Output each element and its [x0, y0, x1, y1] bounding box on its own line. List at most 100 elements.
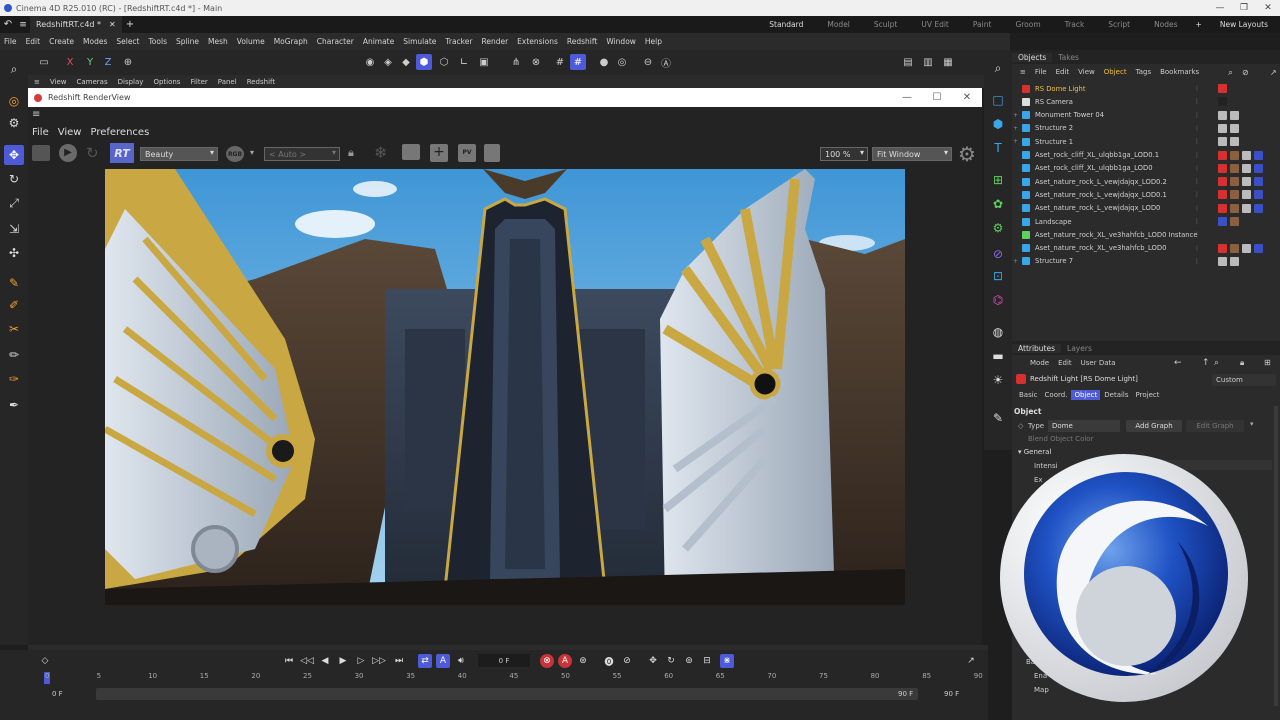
- object-tag-icon[interactable]: [1254, 163, 1263, 173]
- light-icon[interactable]: ☀: [988, 370, 1008, 390]
- menu-spline[interactable]: Spline: [176, 37, 199, 46]
- object-tag-icon[interactable]: [1242, 163, 1251, 173]
- min-frame-field[interactable]: 0 F: [52, 690, 63, 698]
- attributes-tab-attributes[interactable]: Attributes: [1012, 343, 1062, 353]
- snap-icon[interactable]: ⋔: [508, 54, 524, 70]
- object-tag-icon[interactable]: [1218, 97, 1227, 107]
- current-frame-field[interactable]: 0 F: [478, 654, 530, 667]
- freeze-icon[interactable]: ❄: [374, 143, 387, 162]
- objects-menu-tags[interactable]: Tags: [1136, 68, 1152, 76]
- type-select[interactable]: Dome: [1048, 420, 1120, 432]
- undo-icon[interactable]: ↶: [0, 19, 16, 30]
- autokey-icon[interactable]: A: [558, 654, 572, 668]
- object-row[interactable]: Aset_rock_cliff_XL_ulqbb1ga_LOD0 ⋮: [1012, 162, 1280, 175]
- maximize-button[interactable]: ❐: [1232, 0, 1256, 16]
- renderview-menu-file[interactable]: File: [32, 127, 49, 138]
- object-name[interactable]: Structure 1: [1035, 138, 1073, 146]
- object-tag-icon[interactable]: [1254, 150, 1263, 160]
- layout-tab-paint[interactable]: Paint: [961, 20, 1004, 29]
- deformer-icon[interactable]: ⚙: [988, 218, 1008, 238]
- renderview-settings-icon[interactable]: ⚙: [958, 142, 976, 166]
- camera-icon[interactable]: ▬: [988, 346, 1008, 366]
- prev-frame-icon[interactable]: ◀: [318, 654, 332, 668]
- objects-filter-icon[interactable]: ⊘: [1242, 68, 1249, 77]
- object-tag-icon[interactable]: [1230, 123, 1239, 133]
- loop-icon[interactable]: ⇄: [418, 654, 432, 668]
- type-keyframe-icon[interactable]: ◇: [1018, 422, 1023, 430]
- scale-tool-icon[interactable]: ⤢: [4, 193, 24, 213]
- document-tab[interactable]: RedshiftRT.c4d * ✕: [30, 16, 122, 33]
- spline-sketch-icon[interactable]: ✐: [4, 295, 24, 315]
- refresh-icon[interactable]: ↻: [86, 144, 99, 162]
- pv-icon[interactable]: PV: [458, 144, 476, 162]
- attr-search-icon[interactable]: ⌕: [1214, 358, 1219, 368]
- object-tag-icon[interactable]: [1254, 177, 1263, 187]
- objects-hamburger-icon[interactable]: ≡: [1020, 68, 1026, 76]
- generator-icon[interactable]: ⊞: [988, 170, 1008, 190]
- layout-tab-track[interactable]: Track: [1053, 20, 1097, 29]
- sound-icon[interactable]: 🔊︎: [454, 654, 468, 668]
- range-slider[interactable]: [96, 688, 918, 700]
- workplane-icon[interactable]: #: [570, 54, 586, 70]
- objects-menu-object[interactable]: Object: [1104, 68, 1127, 76]
- object-name[interactable]: Aset_nature_rock_XL_ve3hahfcb_LOD0 Insta…: [1035, 231, 1198, 239]
- lock-icon[interactable]: Ⓐ: [658, 54, 674, 70]
- menu-extensions[interactable]: Extensions: [517, 37, 558, 46]
- objects-menu-bookmarks[interactable]: Bookmarks: [1160, 68, 1199, 76]
- auto-select[interactable]: < Auto >: [264, 147, 340, 161]
- layout-tab-script[interactable]: Script: [1096, 20, 1142, 29]
- edges-mode-icon[interactable]: ◈: [380, 54, 396, 70]
- object-name[interactable]: RS Camera: [1035, 98, 1073, 106]
- object-row[interactable]: RS Dome Light ⋮: [1012, 82, 1280, 95]
- visibility-dots-icon[interactable]: ⋮: [1194, 258, 1200, 265]
- objects-menu-view[interactable]: View: [1078, 68, 1095, 76]
- record-icon[interactable]: ⊗: [540, 654, 554, 668]
- visibility-dots-icon[interactable]: ⋮: [1194, 138, 1200, 145]
- viewport-menu-options[interactable]: Options: [153, 78, 180, 86]
- key-rotate-icon[interactable]: ↻: [664, 654, 678, 668]
- goto-end-icon[interactable]: ⏭: [392, 654, 406, 668]
- object-tag-icon[interactable]: [1242, 190, 1251, 200]
- close-button[interactable]: ✕: [1256, 0, 1280, 16]
- new-layout-plus-icon[interactable]: +: [1190, 20, 1208, 29]
- object-name[interactable]: Aset_rock_cliff_XL_ulqbb1ga_LOD0: [1035, 164, 1153, 172]
- object-name[interactable]: Aset_nature_rock_L_vewjdajqx_LOD0: [1035, 204, 1160, 212]
- object-tag-icon[interactable]: [1242, 203, 1251, 213]
- viewport-hamburger-icon[interactable]: ≡: [34, 78, 40, 86]
- volume-icon[interactable]: ⊡: [988, 266, 1008, 286]
- edit-graph-dropdown-icon[interactable]: ▾: [1250, 420, 1254, 428]
- layout-tab-uv-edit[interactable]: UV Edit: [909, 20, 961, 29]
- menu-mograph[interactable]: MoGraph: [274, 37, 308, 46]
- key-scale-icon[interactable]: ⊘: [620, 654, 634, 668]
- range-end-field[interactable]: 90 F: [898, 690, 913, 698]
- renderview-menu-view[interactable]: View: [58, 127, 82, 138]
- visibility-dots-icon[interactable]: ⋮: [1194, 125, 1200, 132]
- film-icon[interactable]: [32, 145, 50, 161]
- renderview-menu-preferences[interactable]: Preferences: [90, 127, 149, 138]
- object-tag-icon[interactable]: [1218, 137, 1227, 147]
- objects-tab-objects[interactable]: Objects: [1012, 52, 1053, 62]
- close-tab-icon[interactable]: ✕: [109, 20, 116, 29]
- spline-icon[interactable]: ⌬: [988, 290, 1008, 310]
- object-tag-icon[interactable]: [1230, 163, 1239, 173]
- live-selection-icon[interactable]: ◎: [4, 91, 24, 111]
- object-tag-icon[interactable]: [1254, 190, 1263, 200]
- object-row[interactable]: Aset_nature_rock_L_vewjdajqx_LOD0.1 ⋮: [1012, 188, 1280, 201]
- object-name[interactable]: Structure 7: [1035, 257, 1073, 265]
- cube-icon[interactable]: □: [988, 90, 1008, 110]
- object-name[interactable]: Monument Tower 04: [1035, 111, 1104, 119]
- visibility-dots-icon[interactable]: ⋮: [1194, 231, 1200, 238]
- axis-z-button[interactable]: Z: [100, 54, 116, 70]
- visibility-dots-icon[interactable]: ⋮: [1194, 218, 1200, 225]
- layout-tab-model[interactable]: Model: [815, 20, 862, 29]
- start-render-icon[interactable]: ▶: [59, 144, 77, 162]
- objects-menu-file[interactable]: File: [1035, 68, 1047, 76]
- layout-tab-groom[interactable]: Groom: [1003, 20, 1052, 29]
- menu-tools[interactable]: Tools: [149, 37, 167, 46]
- grid-icon[interactable]: #: [552, 54, 568, 70]
- object-tag-icon[interactable]: [1218, 203, 1227, 213]
- menu-help[interactable]: Help: [645, 37, 662, 46]
- fit-window-select[interactable]: Fit Window: [872, 147, 952, 161]
- timeline-graph-icon[interactable]: ↗: [964, 654, 978, 668]
- play-icon[interactable]: ▶: [336, 654, 350, 668]
